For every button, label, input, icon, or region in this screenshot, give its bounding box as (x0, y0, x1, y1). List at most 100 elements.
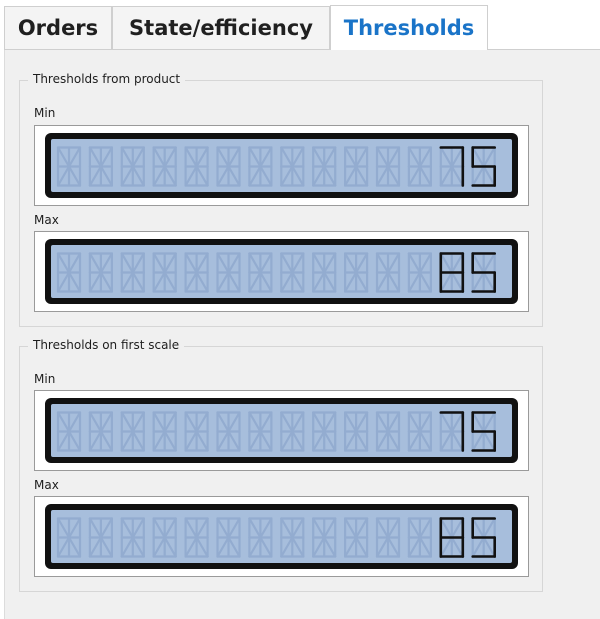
lcd-ghost-segment (439, 252, 453, 274)
lcd-ghost-segment (88, 517, 103, 539)
lcd-ghost-segment (386, 411, 401, 433)
lcd-ghost-segment (227, 430, 241, 452)
tab-state-efficiency[interactable]: State/efficiency (112, 6, 330, 49)
lcd-ghost-segment (355, 430, 369, 452)
lcd-ghost-segment (439, 146, 453, 168)
lcd-ghost-segment (280, 517, 294, 539)
lcd-ghost-segment (120, 517, 134, 539)
lcd-ghost-segment (227, 252, 241, 274)
lcd-ghost-segment (120, 536, 134, 558)
lcd-bezel (45, 504, 518, 569)
lcd-ghost-segment (120, 146, 134, 168)
lcd-ghost-segment (195, 411, 209, 433)
lcd-ghost-segment (56, 271, 71, 293)
lcd-ghost-segment (355, 517, 369, 539)
lcd-ghost-segment (450, 165, 464, 187)
lcd-ghost-segment (67, 517, 82, 539)
lcd-ghost-segment (88, 271, 103, 293)
lcd-ghost-segment (152, 146, 166, 168)
lcd-ghost-segment (386, 536, 401, 558)
lcd-ghost-segment (418, 146, 432, 168)
lcd-ghost-segment (216, 146, 230, 168)
lcd-ghost-segment (131, 517, 145, 539)
lcd-screen (51, 139, 512, 192)
lcd-ghost-segment (195, 146, 209, 168)
lcd-ghost-segment (450, 536, 464, 558)
lcd-ghost-segment (450, 146, 464, 168)
lcd-ghost-segment (195, 271, 209, 293)
lcd-ghost-segment (227, 411, 241, 433)
lcd-ghost-segment (56, 536, 71, 558)
lcd-ghost-segment (482, 271, 496, 293)
lcd-ghost-segment (184, 536, 198, 558)
lcd-ghost-segment (152, 430, 166, 452)
lcd-ghost-segment (323, 517, 337, 539)
lcd-ghost-segment (482, 165, 496, 187)
lcd-ghost-segment (312, 146, 326, 168)
lcd-ghost-segment (280, 430, 294, 452)
lcd-ghost-segment (418, 165, 432, 187)
lcd-ghost-segment (312, 271, 326, 293)
min-lcd-display: 75 (34, 390, 529, 471)
lcd-ghost-segment (67, 146, 82, 168)
lcd-bezel (45, 133, 518, 198)
lcd-ghost-segment (323, 411, 337, 433)
lcd-ghost-segment (67, 430, 82, 452)
lcd-ghost-segment (344, 165, 358, 187)
lcd-ghost-segment (355, 165, 369, 187)
lcd-ghost-segment (216, 165, 230, 187)
group-thresholds-from-product: Thresholds from product Min 75 Max 85 (19, 72, 543, 327)
lcd-ghost-segment (344, 252, 358, 274)
max-lcd-display: 85 (34, 231, 529, 312)
lcd-ghost-segment (259, 411, 273, 433)
lcd-ghost-segment (131, 411, 145, 433)
lcd-ghost-segment (386, 271, 401, 293)
lcd-ghost-segment (184, 271, 198, 293)
lcd-ghost-segment (259, 536, 273, 558)
lcd-ghost-segment (131, 536, 145, 558)
min-lcd-display: 75 (34, 125, 529, 206)
lcd-ghost-segment (344, 517, 358, 539)
lcd-ghost-segment (163, 517, 177, 539)
lcd-digits (56, 517, 497, 558)
lcd-ghost-segment (312, 517, 326, 539)
lcd-ghost-segment (163, 165, 177, 187)
min-label: Min (34, 106, 56, 120)
lcd-ghost-segment (120, 165, 134, 187)
lcd-ghost-segment (152, 536, 166, 558)
lcd-ghost-segment (407, 411, 421, 433)
group-title: Thresholds from product (28, 72, 186, 86)
lcd-ghost-segment (163, 536, 177, 558)
lcd-ghost-segment (56, 252, 71, 274)
lcd-ghost-segment (386, 517, 401, 539)
lcd-ghost-segment (375, 411, 390, 433)
tab-thresholds[interactable]: Thresholds (330, 5, 488, 50)
lcd-ghost-segment (67, 411, 82, 433)
lcd-ghost-segment (407, 536, 421, 558)
lcd-ghost-segment (56, 165, 71, 187)
lcd-ghost-segment (450, 271, 464, 293)
max-label: Max (34, 478, 59, 492)
lcd-ghost-segment (67, 252, 82, 274)
lcd-ghost-segment (482, 517, 496, 539)
lcd-ghost-segment (56, 517, 71, 539)
lcd-ghost-segment (67, 271, 82, 293)
lcd-ghost-segment (407, 271, 421, 293)
lcd-ghost-segment (152, 165, 166, 187)
lcd-ghost-segment (291, 252, 305, 274)
lcd-ghost-segment (418, 430, 432, 452)
lcd-ghost-segment (184, 252, 198, 274)
tab-orders[interactable]: Orders (4, 6, 112, 49)
lcd-ghost-segment (120, 252, 134, 274)
lcd-ghost-segment (56, 411, 71, 433)
lcd-ghost-segment (375, 165, 390, 187)
lcd-ghost-segment (323, 271, 337, 293)
lcd-ghost-segment (88, 146, 103, 168)
lcd-ghost-segment (355, 252, 369, 274)
lcd-ghost-segment (259, 271, 273, 293)
lcd-bezel (45, 398, 518, 463)
lcd-ghost-segment (375, 146, 390, 168)
lcd-ghost-segment (163, 252, 177, 274)
lcd-screen (51, 245, 512, 298)
lcd-ghost-segment (439, 517, 453, 539)
